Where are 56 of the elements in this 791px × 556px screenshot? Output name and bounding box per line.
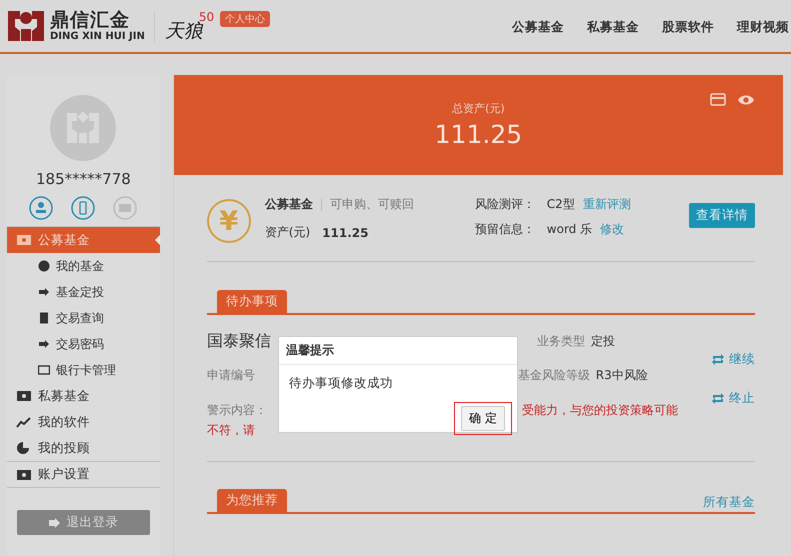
- nav-link[interactable]: 公募基金: [512, 18, 564, 36]
- eye-icon[interactable]: [737, 94, 755, 106]
- exit-arrow-icon: [48, 516, 60, 528]
- nav-link[interactable]: 私募基金: [587, 18, 639, 36]
- submenu-item[interactable]: 我的基金: [7, 253, 160, 279]
- logo-icon: [7, 9, 45, 43]
- logo-pinyin: DING XIN HUI JIN: [50, 30, 145, 42]
- business-type-label: 业务类型: [536, 332, 585, 350]
- total-assets-label: 总资产(元): [452, 101, 505, 116]
- avatar-icon: [50, 95, 116, 161]
- menu-item[interactable]: 账户设置: [7, 461, 160, 488]
- warning-label: 警示内容：: [206, 402, 267, 419]
- yen-icon: ¥: [206, 199, 251, 243]
- dialog-title: 温馨提示: [279, 337, 517, 365]
- fund-risk-level-value: R3中风险: [596, 367, 648, 384]
- business-type-value: 定投: [590, 332, 615, 350]
- submenu-item[interactable]: 交易查询: [7, 305, 160, 331]
- card-icon[interactable]: [710, 93, 726, 106]
- submenu-item[interactable]: 基金定投: [7, 279, 160, 305]
- nav-link[interactable]: 股票软件: [662, 18, 714, 36]
- reserved-info-value: word 乐: [546, 221, 592, 238]
- mail-icon[interactable]: [113, 196, 138, 220]
- menu-item[interactable]: 我的投顾: [7, 435, 160, 461]
- total-assets-value: 111.25: [434, 120, 522, 149]
- reserved-info-label: 预留信息：: [474, 221, 536, 238]
- phone-number: 185*****778: [36, 170, 131, 188]
- submenu-item[interactable]: 银行卡管理: [7, 357, 160, 383]
- card-icon: [38, 364, 50, 376]
- swap-arrows-icon: [712, 393, 724, 404]
- menu-item[interactable]: 我的软件: [7, 409, 160, 435]
- user-icon: [38, 260, 50, 272]
- chart-icon: [16, 415, 32, 429]
- wallet-icon: [16, 233, 32, 247]
- fund-risk-level-label: 基金风险等级: [518, 367, 590, 384]
- nav-link[interactable]: 理财视频: [737, 18, 789, 36]
- fund-name: 国泰聚信: [206, 330, 271, 352]
- confirm-button[interactable]: 确 定: [461, 406, 505, 431]
- logo-name: 鼎信汇金: [50, 10, 131, 30]
- warning-text: 受能力，与您的投资策略可能: [522, 402, 678, 419]
- phone-icon[interactable]: [71, 196, 96, 220]
- submenu-item[interactable]: 交易密码: [7, 331, 160, 357]
- fund-category: 公募基金: [264, 196, 313, 213]
- user-icon[interactable]: [29, 196, 54, 220]
- asset-value: 111.25: [322, 226, 368, 240]
- risk-value: C2型: [546, 196, 575, 213]
- exit-arrow-icon: [38, 286, 50, 298]
- swap-arrows-icon: [712, 354, 724, 365]
- asset-label: 资产(元): [264, 224, 310, 241]
- risk-label: 风险测评：: [474, 196, 536, 213]
- menu-item[interactable]: 私募基金: [7, 383, 160, 409]
- pie-chart-icon: [16, 441, 32, 455]
- application-number-label: 申请编号: [206, 367, 255, 384]
- warning-text: 不符，请: [206, 422, 255, 439]
- document-icon: [38, 312, 50, 324]
- dialog-message: 待办事项修改成功: [288, 374, 394, 392]
- fund-status: 可申购、可赎回: [330, 196, 414, 213]
